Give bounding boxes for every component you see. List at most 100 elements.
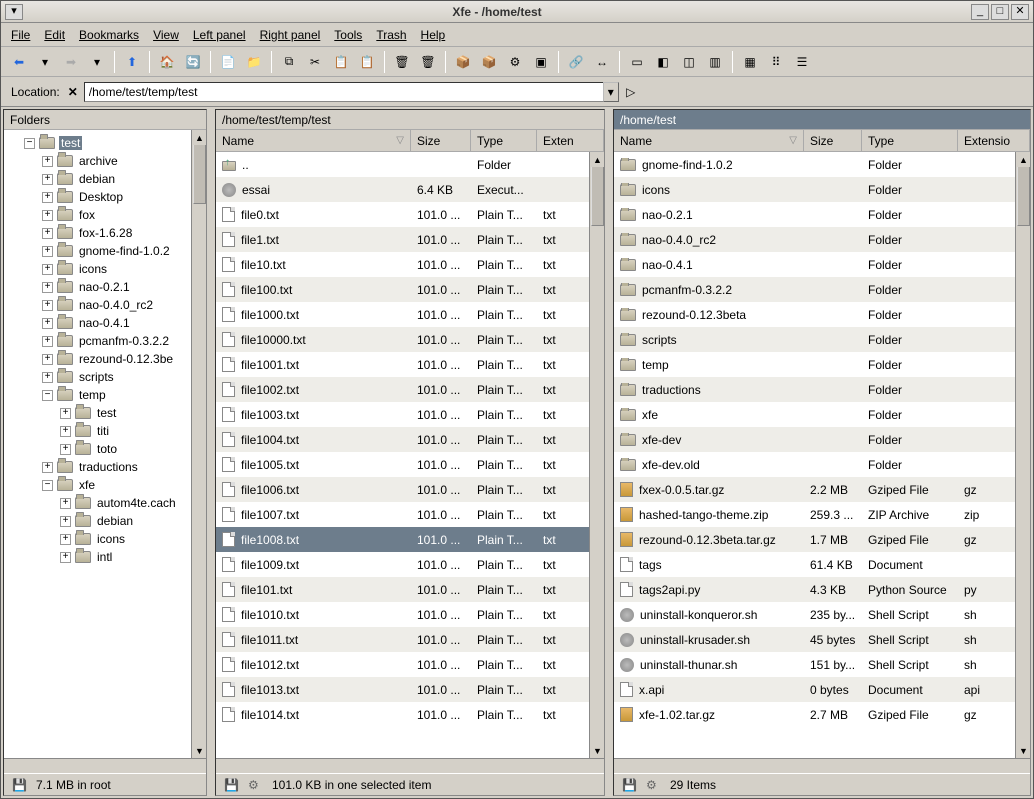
tree-list[interactable]: −test+archive+debian+Desktop+fox+fox-1.6… <box>4 130 206 758</box>
tree-expand-icon[interactable]: + <box>42 174 53 185</box>
col-size[interactable]: Size <box>804 130 862 151</box>
file-row[interactable]: xfeFolder <box>614 402 1030 427</box>
file-row[interactable]: file1010.txt101.0 ...Plain T...txt <box>216 602 604 627</box>
file-row[interactable]: file1014.txt101.0 ...Plain T...txt <box>216 702 604 727</box>
cut-button[interactable]: ✂ <box>303 50 327 74</box>
tree-item-label[interactable]: temp <box>77 388 108 402</box>
tree-item-label[interactable]: traductions <box>77 460 140 474</box>
file-row[interactable]: nao-0.2.1Folder <box>614 202 1030 227</box>
tree-expand-icon[interactable]: − <box>42 390 53 401</box>
file-row[interactable]: file1.txt101.0 ...Plain T...txt <box>216 227 604 252</box>
tree-item[interactable]: +debian <box>6 170 204 188</box>
tree-item[interactable]: +test <box>6 404 204 422</box>
splitter-left[interactable] <box>209 107 213 798</box>
scrollbar-horizontal[interactable] <box>4 758 206 773</box>
back-menu-button[interactable]: ▾ <box>33 50 57 74</box>
file-row[interactable]: file1006.txt101.0 ...Plain T...txt <box>216 477 604 502</box>
file-row[interactable]: rezound-0.12.3beta.tar.gz1.7 MBGziped Fi… <box>614 527 1030 552</box>
file-row[interactable]: file1002.txt101.0 ...Plain T...txt <box>216 377 604 402</box>
tree-item-label[interactable]: gnome-find-1.0.2 <box>77 244 172 258</box>
menu-file[interactable]: File <box>11 28 30 42</box>
tree-expand-icon[interactable]: + <box>42 336 53 347</box>
terminal-button[interactable]: ▣ <box>529 50 553 74</box>
up-button[interactable]: ⬆ <box>120 50 144 74</box>
file-row[interactable]: file1008.txt101.0 ...Plain T...txt <box>216 527 604 552</box>
mount-button[interactable]: 📦 <box>451 50 475 74</box>
tree-item[interactable]: +pcmanfm-0.3.2.2 <box>6 332 204 350</box>
file-row[interactable]: ↑..Folder <box>216 152 604 177</box>
scrollbar-vertical[interactable]: ▲▼ <box>589 152 604 758</box>
go-button[interactable]: ▷ <box>623 82 639 102</box>
tree-item-label[interactable]: debian <box>95 514 135 528</box>
file-row[interactable]: uninstall-krusader.sh45 bytesShell Scrip… <box>614 627 1030 652</box>
file-row[interactable]: file1005.txt101.0 ...Plain T...txt <box>216 452 604 477</box>
tree-item[interactable]: + nao-0.2.1 <box>6 278 204 296</box>
file-row[interactable]: file1011.txt101.0 ...Plain T...txt <box>216 627 604 652</box>
file-row[interactable]: file1003.txt101.0 ...Plain T...txt <box>216 402 604 427</box>
new-file-button[interactable]: 📄 <box>216 50 240 74</box>
refresh-button[interactable]: 🔄 <box>181 50 205 74</box>
file-row[interactable]: file10000.txt101.0 ...Plain T...txt <box>216 327 604 352</box>
tree-item-label[interactable]: Desktop <box>77 190 125 204</box>
menu-tools[interactable]: Tools <box>334 28 362 42</box>
menu-trash[interactable]: Trash <box>376 28 406 42</box>
tree-expand-icon[interactable]: − <box>24 138 35 149</box>
tree-expand-icon[interactable]: + <box>42 264 53 275</box>
col-type[interactable]: Type <box>862 130 958 151</box>
tree-item[interactable]: + fox-1.6.28 <box>6 224 204 242</box>
tree-expand-icon[interactable]: + <box>42 156 53 167</box>
view-icons-button[interactable]: ▦ <box>738 50 762 74</box>
file-row[interactable]: scriptsFolder <box>614 327 1030 352</box>
panel-tree-button[interactable]: ◧ <box>651 50 675 74</box>
right-list[interactable]: gnome-find-1.0.2FoldericonsFoldernao-0.2… <box>614 152 1030 758</box>
tree-item[interactable]: +nao-0.4.0_rc2 <box>6 296 204 314</box>
tree-item[interactable]: + icons <box>6 260 204 278</box>
file-row[interactable]: file1013.txt101.0 ...Plain T...txt <box>216 677 604 702</box>
mid-list[interactable]: ↑..Folderessai6.4 KBExecut...file0.txt10… <box>216 152 604 758</box>
location-dropdown-button[interactable]: ▾ <box>603 82 619 102</box>
file-row[interactable]: fxex-0.0.5.tar.gz2.2 MBGziped Filegz <box>614 477 1030 502</box>
minimize-button[interactable]: _ <box>971 4 989 20</box>
file-row[interactable]: file0.txt101.0 ...Plain T...txt <box>216 202 604 227</box>
tree-item[interactable]: + debian <box>6 512 204 530</box>
tree-item-label[interactable]: fox <box>77 208 97 222</box>
panel-tree-two-button[interactable]: ▥ <box>703 50 727 74</box>
tree-expand-icon[interactable]: + <box>60 408 71 419</box>
tree-expand-icon[interactable]: + <box>42 228 53 239</box>
tree-item-label[interactable]: nao-0.2.1 <box>77 280 132 294</box>
tree-expand-icon[interactable]: + <box>60 444 71 455</box>
menu-view[interactable]: View <box>153 28 179 42</box>
tree-item[interactable]: +traductions <box>6 458 204 476</box>
file-row[interactable]: iconsFolder <box>614 177 1030 202</box>
tree-item[interactable]: +titi <box>6 422 204 440</box>
tree-item-label[interactable]: xfe <box>77 478 97 492</box>
view-small-button[interactable]: ⠿ <box>764 50 788 74</box>
home-button[interactable]: 🏠 <box>155 50 179 74</box>
tree-item-label[interactable]: nao-0.4.0_rc2 <box>77 298 155 312</box>
scrollbar-vertical[interactable]: ▲▼ <box>1015 152 1030 758</box>
tree-item-label[interactable]: icons <box>77 262 109 276</box>
tree-item[interactable]: −xfe <box>6 476 204 494</box>
tree-item[interactable]: +autom4te.cach <box>6 494 204 512</box>
file-row[interactable]: file1009.txt101.0 ...Plain T...txt <box>216 552 604 577</box>
col-ext[interactable]: Exten <box>537 130 604 151</box>
tree-item-label[interactable]: archive <box>77 154 120 168</box>
tree-item[interactable]: −test <box>6 134 204 152</box>
tree-expand-icon[interactable]: + <box>42 192 53 203</box>
tree-item-label[interactable]: autom4te.cach <box>95 496 178 510</box>
tree-item-label[interactable]: titi <box>95 424 111 438</box>
tree-item-label[interactable]: intl <box>95 550 114 564</box>
file-row[interactable]: nao-0.4.0_rc2Folder <box>614 227 1030 252</box>
tree-item-label[interactable]: fox-1.6.28 <box>77 226 134 240</box>
tree-item[interactable]: +fox <box>6 206 204 224</box>
tree-item[interactable]: +rezound-0.12.3be <box>6 350 204 368</box>
file-row[interactable]: file1001.txt101.0 ...Plain T...txt <box>216 352 604 377</box>
trash-button[interactable]: 🗑 <box>390 50 414 74</box>
tree-expand-icon[interactable]: + <box>60 516 71 527</box>
app-menu-icon[interactable]: ▾ <box>5 4 23 20</box>
tree-expand-icon[interactable]: + <box>42 318 53 329</box>
menu-edit[interactable]: Edit <box>44 28 65 42</box>
file-row[interactable]: file1004.txt101.0 ...Plain T...txt <box>216 427 604 452</box>
tree-expand-icon[interactable]: + <box>42 282 53 293</box>
file-row[interactable]: pcmanfm-0.3.2.2Folder <box>614 277 1030 302</box>
